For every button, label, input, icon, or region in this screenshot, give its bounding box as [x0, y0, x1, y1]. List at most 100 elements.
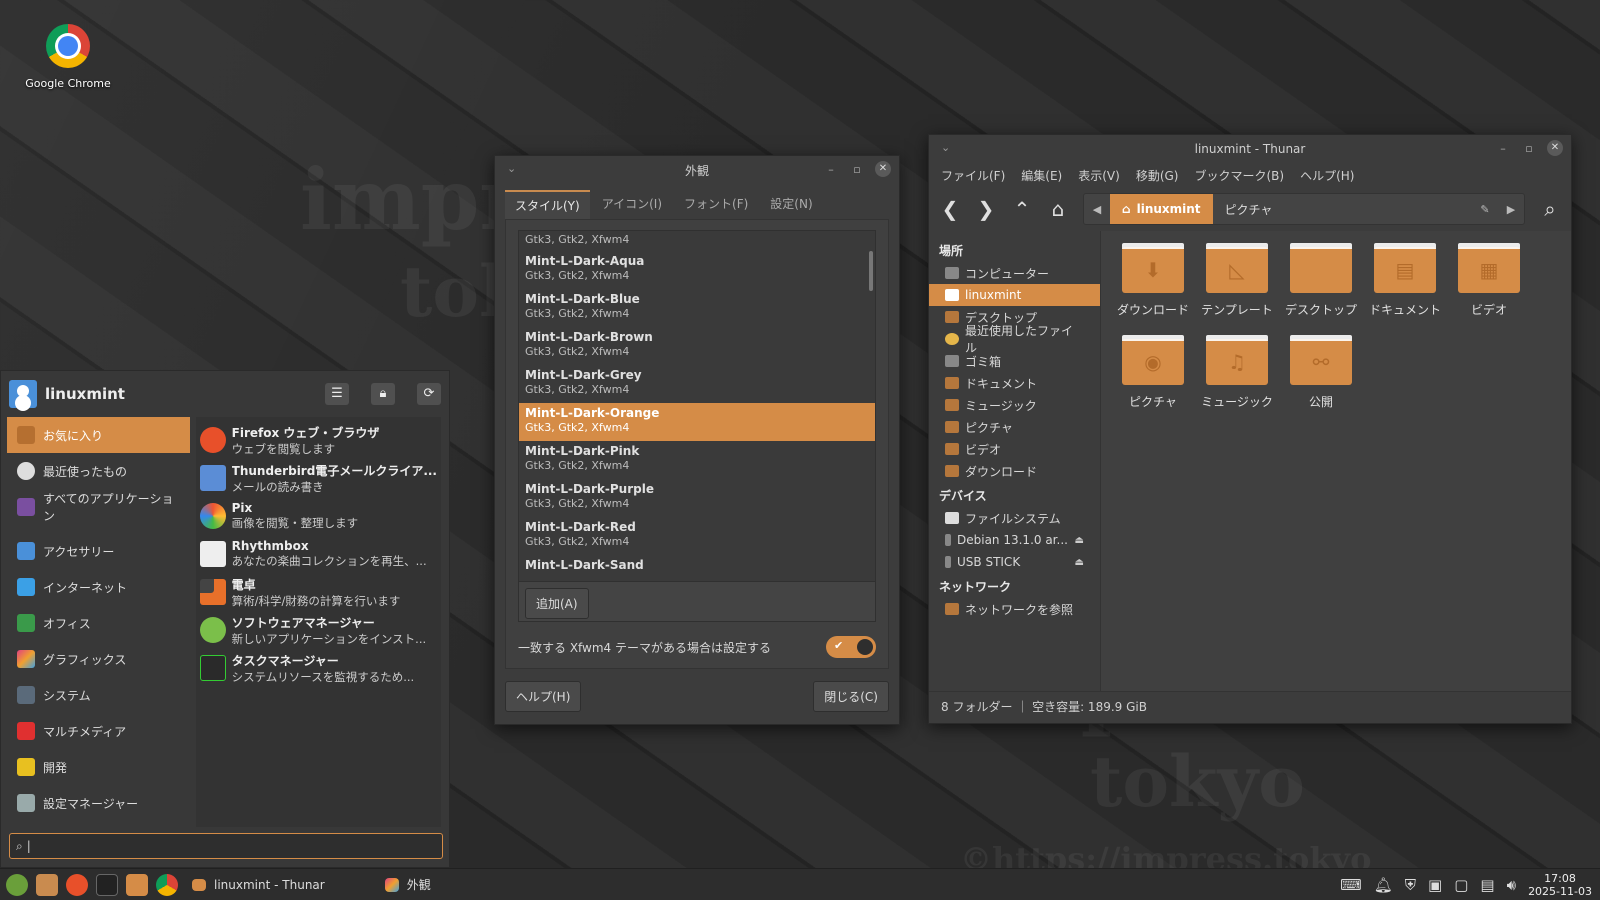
task-appearance[interactable]: 外観: [375, 869, 441, 900]
sidebar-item-computer[interactable]: コンピューター: [929, 262, 1100, 284]
list-item[interactable]: Mint-L-Dark-Purple Gtk3, Gtk2, Xfwm4: [519, 479, 875, 517]
sidebar-item-browse-network[interactable]: ネットワークを参照: [929, 598, 1100, 620]
window-menu-icon[interactable]: ⌄: [507, 162, 516, 175]
list-item[interactable]: Mint-L-Dark-Aqua Gtk3, Gtk2, Xfwm4: [519, 251, 875, 289]
sidebar-item-recent[interactable]: 最近使用したファイル: [929, 324, 1100, 355]
terminal-icon[interactable]: [96, 873, 118, 896]
file-manager-icon[interactable]: [126, 873, 148, 896]
sidebar-item-debian[interactable]: Debian 13.1.0 ar... ⏏: [929, 529, 1100, 551]
folder-pictures[interactable]: ◉ ピクチャ: [1111, 333, 1195, 425]
list-item-selected[interactable]: Mint-L-Dark-Orange Gtk3, Gtk2, Xfwm4: [519, 403, 875, 441]
show-desktop-icon[interactable]: [36, 873, 58, 896]
menu-help[interactable]: ヘルプ(H): [1300, 167, 1354, 183]
menu-launcher-icon[interactable]: [6, 873, 28, 896]
tab-icons[interactable]: アイコン(I): [592, 190, 672, 219]
edit-path-icon[interactable]: ✎: [1472, 203, 1498, 216]
category-system[interactable]: システム: [7, 677, 190, 713]
folder-templates[interactable]: ◺ テンプレート: [1195, 241, 1279, 333]
theme-list[interactable]: Gtk3, Gtk2, Xfwm4 Mint-L-Dark-Aqua Gtk3, …: [518, 230, 876, 582]
category-development[interactable]: 開発: [7, 749, 190, 785]
forward-icon[interactable]: ❯: [975, 197, 997, 221]
path-left-icon[interactable]: ◀: [1084, 203, 1110, 216]
desktop-icon-chrome[interactable]: Google Chrome: [20, 24, 116, 90]
eject-icon[interactable]: ⏏: [1075, 535, 1084, 546]
up-icon[interactable]: ⌃: [1011, 197, 1033, 221]
tab-style[interactable]: スタイル(Y): [505, 190, 590, 219]
menu-file[interactable]: ファイル(F): [941, 167, 1005, 183]
sidebar-item-documents[interactable]: ドキュメント: [929, 372, 1100, 394]
minimize-icon[interactable]: –: [1495, 142, 1511, 155]
menu-view[interactable]: 表示(V): [1078, 167, 1120, 183]
sidebar-item-filesystem[interactable]: ファイルシステム: [929, 507, 1100, 529]
shield-icon[interactable]: ⛨: [1405, 876, 1416, 894]
folder-public[interactable]: ⚯ 公開: [1279, 333, 1363, 425]
app-software-manager[interactable]: ソフトウェアマネージャー 新しいアプリケーションをインスト...: [196, 611, 441, 649]
crumb-pictures[interactable]: ピクチャ: [1213, 194, 1285, 224]
category-internet[interactable]: インターネット: [7, 569, 190, 605]
maximize-icon[interactable]: ▫: [1521, 142, 1537, 155]
menu-bookmarks[interactable]: ブックマーク(B): [1194, 167, 1284, 183]
category-graphics[interactable]: グラフィックス: [7, 641, 190, 677]
sidebar-item-home[interactable]: linuxmint: [929, 284, 1100, 306]
chrome-icon[interactable]: [156, 873, 178, 896]
category-all-apps[interactable]: すべてのアプリケーション: [7, 489, 190, 525]
bell-icon[interactable]: 🔔︎: [1374, 876, 1393, 894]
firefox-icon[interactable]: [66, 873, 88, 896]
clipboard-icon[interactable]: ▣: [1428, 876, 1442, 894]
keyboard-icon[interactable]: ⌨: [1340, 876, 1362, 894]
category-favorites[interactable]: お気に入り: [7, 417, 190, 453]
scrollbar[interactable]: [869, 251, 873, 291]
app-rhythmbox[interactable]: Rhythmbox あなたの楽曲コレクションを再生、...: [196, 535, 441, 573]
folder-music[interactable]: ♫ ミュージック: [1195, 333, 1279, 425]
search-input[interactable]: ⌕ |: [9, 833, 443, 859]
add-button[interactable]: 追加(A): [525, 588, 589, 619]
logout-icon[interactable]: ⟳: [417, 383, 441, 405]
list-item[interactable]: Gtk3, Gtk2, Xfwm4: [519, 231, 875, 251]
category-recent[interactable]: 最近使ったもの: [7, 453, 190, 489]
category-settings[interactable]: 設定マネージャー: [7, 785, 190, 821]
window-icon[interactable]: ▢: [1454, 876, 1468, 894]
power-manager-icon[interactable]: ▤: [1480, 876, 1494, 894]
titlebar[interactable]: ⌄ 外観 – ▫ ✕: [495, 156, 899, 184]
app-task-manager[interactable]: タスクマネージャー システムリソースを監視するため...: [196, 649, 441, 687]
sidebar-item-usb-stick[interactable]: USB STICK ⏏: [929, 551, 1100, 573]
window-menu-icon[interactable]: ⌄: [941, 141, 950, 154]
close-icon[interactable]: ✕: [875, 161, 891, 177]
avatar[interactable]: [9, 380, 37, 408]
minimize-icon[interactable]: –: [823, 163, 839, 176]
back-icon[interactable]: ❮: [939, 197, 961, 221]
category-office[interactable]: オフィス: [7, 605, 190, 641]
titlebar[interactable]: ⌄ linuxmint - Thunar – ▫ ✕: [929, 135, 1571, 163]
menu-edit[interactable]: 編集(E): [1021, 167, 1062, 183]
folder-videos[interactable]: ▦ ビデオ: [1447, 241, 1531, 333]
sidebar-item-music[interactable]: ミュージック: [929, 394, 1100, 416]
xfwm4-toggle[interactable]: ✔: [826, 636, 876, 658]
settings-manager-icon[interactable]: ☰: [325, 383, 349, 405]
eject-icon[interactable]: ⏏: [1075, 557, 1084, 568]
home-icon[interactable]: ⌂: [1047, 197, 1069, 221]
task-thunar[interactable]: linuxmint - Thunar: [182, 869, 335, 900]
maximize-icon[interactable]: ▫: [849, 163, 865, 176]
tab-settings[interactable]: 設定(N): [760, 190, 822, 219]
menu-go[interactable]: 移動(G): [1136, 167, 1179, 183]
app-calculator[interactable]: 電卓 算術/科学/財務の計算を行います: [196, 573, 441, 611]
crumb-home[interactable]: ⌂ linuxmint: [1110, 194, 1213, 224]
list-item[interactable]: Mint-L-Dark-Red Gtk3, Gtk2, Xfwm4: [519, 517, 875, 555]
path-right-icon[interactable]: ▶: [1498, 203, 1524, 216]
folder-documents[interactable]: ▤ ドキュメント: [1363, 241, 1447, 333]
app-firefox[interactable]: Firefox ウェブ・ブラウザ ウェブを閲覧します: [196, 421, 441, 459]
sidebar-item-pictures[interactable]: ピクチャ: [929, 416, 1100, 438]
tab-fonts[interactable]: フォント(F): [674, 190, 758, 219]
clock[interactable]: 17:08 2025-11-03: [1528, 872, 1592, 898]
sidebar-item-downloads[interactable]: ダウンロード: [929, 460, 1100, 482]
app-thunderbird[interactable]: Thunderbird電子メールクライア... メールの読み書き: [196, 459, 441, 497]
list-item[interactable]: Mint-L-Dark-Pink Gtk3, Gtk2, Xfwm4: [519, 441, 875, 479]
close-button[interactable]: 閉じる(C): [813, 681, 889, 712]
list-item[interactable]: Mint-L-Dark-Grey Gtk3, Gtk2, Xfwm4: [519, 365, 875, 403]
category-multimedia[interactable]: マルチメディア: [7, 713, 190, 749]
folder-downloads[interactable]: ⬇ ダウンロード: [1111, 241, 1195, 333]
list-item[interactable]: Mint-L-Dark-Sand: [519, 555, 875, 581]
category-accessories[interactable]: アクセサリー: [7, 533, 190, 569]
folder-desktop[interactable]: デスクトップ: [1279, 241, 1363, 333]
help-button[interactable]: ヘルプ(H): [505, 681, 582, 712]
